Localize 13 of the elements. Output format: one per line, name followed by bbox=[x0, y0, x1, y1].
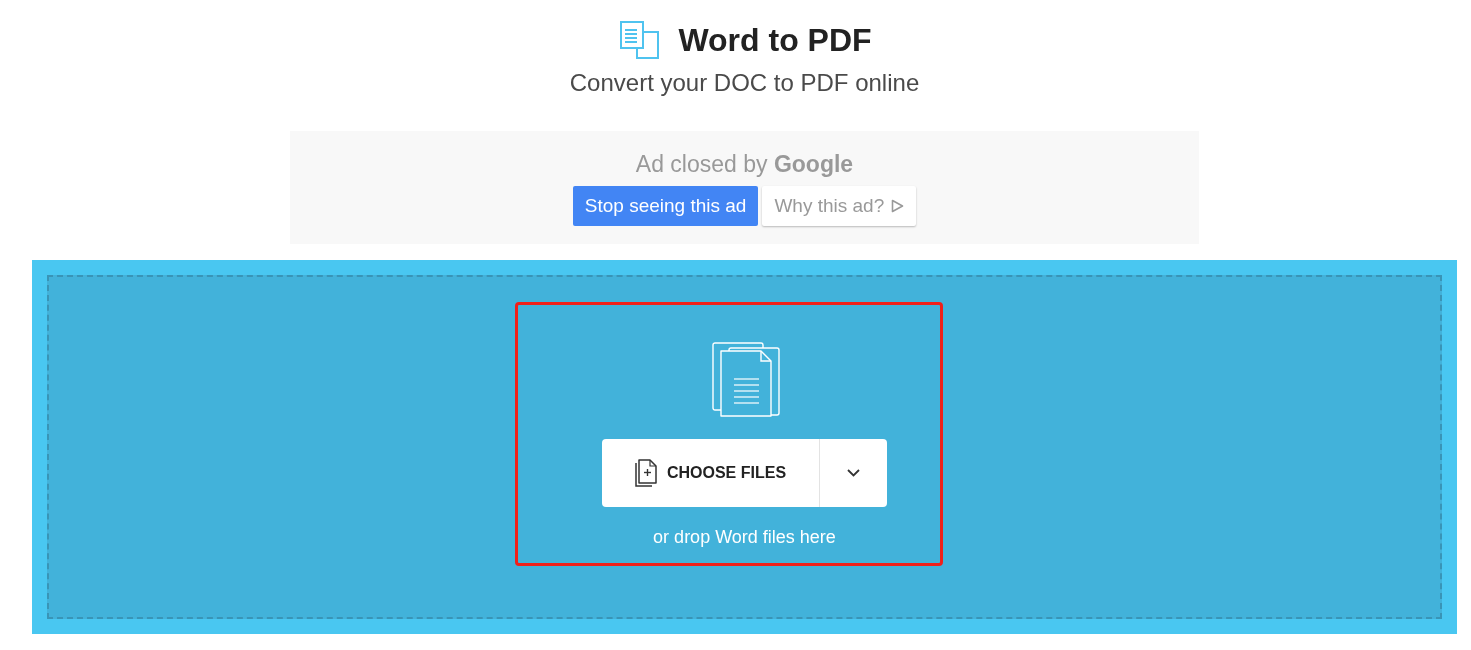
documents-icon bbox=[620, 21, 661, 59]
documents-icon bbox=[711, 342, 780, 417]
choose-files-button[interactable]: CHOOSE FILES bbox=[602, 439, 819, 507]
add-file-icon bbox=[634, 459, 657, 487]
triangle-icon bbox=[891, 199, 905, 213]
more-options-button[interactable] bbox=[819, 439, 887, 507]
page-subtitle: Convert your DOC to PDF online bbox=[569, 68, 920, 98]
ad-closed-message: Ad closed by Google bbox=[635, 150, 854, 179]
drop-hint: or drop Word files here bbox=[653, 526, 836, 549]
chevron-down-icon bbox=[847, 469, 860, 477]
page-title: Word to PDF bbox=[678, 21, 872, 60]
stop-seeing-ad-button[interactable]: Stop seeing this ad bbox=[572, 186, 759, 226]
drop-area[interactable]: CHOOSE FILES or drop Word files here bbox=[47, 275, 1442, 619]
